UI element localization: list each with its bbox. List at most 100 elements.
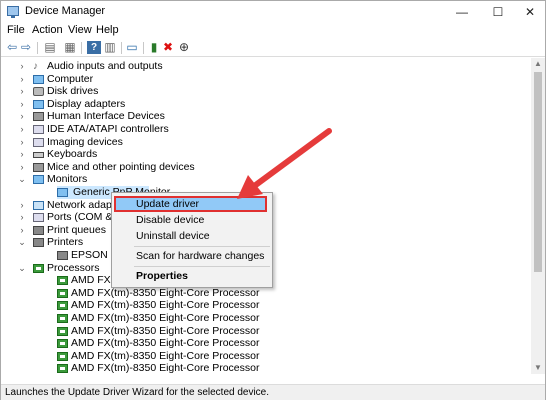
expand-chevron-icon[interactable]: › [17, 148, 27, 161]
audio-icon: ♪ [33, 61, 38, 72]
device-label: Processors [47, 261, 100, 274]
device-label: Imaging devices [47, 135, 123, 148]
menu-update-driver[interactable]: Update driver [136, 198, 199, 210]
scroll-up-icon[interactable]: ▲ [531, 58, 545, 70]
device-label: AMD FX(tm)-8350 Eight-Core Processor [71, 349, 260, 362]
device-label: Print queues [47, 223, 106, 236]
expand-chevron-icon[interactable]: › [17, 85, 27, 98]
device-item[interactable]: AMD FX(tm)-8350 Eight-Core Processor [1, 287, 521, 300]
camera-icon [33, 137, 44, 147]
menu-separator [134, 266, 270, 267]
menu-disable-device[interactable]: Disable device [136, 214, 204, 226]
close-button[interactable]: ✕ [513, 1, 546, 23]
device-category[interactable]: › Imaging devices [1, 136, 521, 149]
toolbar-separator [81, 42, 82, 54]
keyboard-icon [33, 152, 44, 159]
device-label: Mice and other pointing devices [47, 160, 195, 173]
computer-icon [33, 74, 44, 84]
title-bar[interactable]: Device Manager — ☐ ✕ [1, 1, 545, 23]
device-item[interactable]: AMD FX(tm)-8350 Eight-Core Processor [1, 325, 521, 338]
device-category[interactable]: › Display adapters [1, 98, 521, 111]
printer-icon [57, 251, 68, 260]
device-item[interactable]: AMD FX(tm)-8350 Eight-Core Processor [1, 350, 521, 363]
device-item[interactable]: AMD FX(tm)-8350 Eight-Core Processor [1, 337, 521, 350]
cpu-icon [57, 314, 68, 323]
menu-uninstall-device[interactable]: Uninstall device [136, 230, 210, 242]
scan-icon[interactable]: ⊕ [177, 41, 191, 54]
uninstall-icon[interactable]: ✖ [161, 41, 175, 54]
cpu-icon [57, 276, 68, 286]
expand-chevron-icon[interactable]: › [17, 60, 27, 73]
expand-chevron-icon[interactable]: › [17, 199, 27, 212]
device-manager-icon [7, 6, 19, 18]
maximize-button[interactable]: ☐ [481, 1, 515, 23]
menu-help[interactable]: Help [96, 24, 119, 36]
network-icon [33, 200, 44, 210]
expand-chevron-icon[interactable]: › [17, 161, 27, 174]
update-driver-icon[interactable]: ▮ [147, 41, 161, 54]
device-category[interactable]: › Disk drives [1, 85, 521, 98]
port-icon [33, 213, 44, 223]
device-item[interactable]: AMD FX(tm)-8350 Eight-Core Processor [1, 299, 521, 312]
device-label: Computer [47, 72, 94, 85]
menu-bar: File Action View Help [1, 23, 545, 39]
cpu-icon [57, 288, 68, 298]
scroll-thumb[interactable] [534, 72, 542, 272]
show-hidden-icon[interactable]: ▦ [63, 41, 77, 54]
cpu-icon [33, 263, 44, 273]
expand-chevron-icon[interactable]: › [17, 110, 27, 123]
expand-chevron-icon[interactable]: › [17, 224, 27, 237]
hid-icon [33, 112, 44, 122]
expand-chevron-icon[interactable]: › [17, 123, 27, 136]
expand-chevron-icon[interactable]: › [17, 73, 27, 86]
menu-file[interactable]: File [7, 24, 25, 36]
device-label: IDE ATA/ATAPI controllers [47, 123, 169, 135]
window-title: Device Manager [25, 5, 106, 17]
device-category[interactable]: › Human Interface Devices [1, 110, 521, 123]
device-category[interactable]: › IDE ATA/ATAPI controllers [1, 123, 521, 136]
device-item[interactable]: AMD FX(tm)-8350 Eight-Core Processor [1, 362, 521, 374]
expand-chevron-icon[interactable]: › [17, 136, 27, 149]
device-category[interactable]: › Keyboards [1, 148, 521, 161]
menu-view[interactable]: View [68, 24, 92, 36]
device-category[interactable]: › ♪ Audio inputs and outputs [1, 60, 521, 73]
expand-chevron-icon[interactable]: › [17, 98, 27, 111]
collapse-chevron-icon[interactable]: ⌄ [17, 262, 27, 275]
monitor-icon [57, 188, 68, 197]
ide-icon [33, 125, 44, 134]
cpu-icon [57, 301, 68, 311]
help-icon[interactable]: ? [87, 41, 101, 54]
back-icon[interactable]: ⇦ [5, 41, 19, 54]
scroll-down-icon[interactable]: ▼ [531, 362, 545, 374]
print-queue-icon [33, 225, 44, 235]
menu-properties[interactable]: Properties [136, 270, 188, 282]
device-category[interactable]: ⌄ Monitors [1, 173, 521, 186]
device-label: Display adapters [47, 97, 126, 110]
menu-action[interactable]: Action [32, 24, 63, 36]
context-menu: Update driver Disable device Uninstall d… [111, 192, 273, 288]
mouse-icon [33, 162, 44, 172]
menu-scan-hardware[interactable]: Scan for hardware changes [136, 250, 264, 262]
display-icon[interactable]: ▭ [125, 41, 139, 54]
toolbar: ⇦ ⇨ ▤ ▦ ? ▥ ▭ ▮ ✖ ⊕ [1, 39, 545, 57]
properties-icon[interactable]: ▤ [43, 41, 57, 54]
cpu-icon [57, 339, 68, 349]
device-item[interactable]: AMD FX(tm)-8350 Eight-Core Processor [1, 312, 521, 325]
collapse-chevron-icon[interactable]: ⌄ [17, 173, 27, 186]
status-bar: Launches the Update Driver Wizard for th… [1, 384, 545, 400]
device-label: AMD FX(tm)-8350 Eight-Core Processor [71, 286, 260, 299]
collapse-chevron-icon[interactable]: ⌄ [17, 236, 27, 249]
device-label: AMD FX(tm)-8350 Eight-Core Processor [71, 299, 260, 312]
expand-chevron-icon[interactable]: › [17, 211, 27, 224]
forward-icon[interactable]: ⇨ [19, 41, 33, 54]
properties-sheet-icon[interactable]: ▥ [103, 41, 117, 54]
toolbar-separator [143, 42, 144, 54]
device-category[interactable]: › Mice and other pointing devices [1, 161, 521, 174]
device-category[interactable]: › Computer [1, 73, 521, 86]
menu-separator [134, 246, 270, 247]
minimize-button[interactable]: — [445, 1, 479, 23]
cpu-icon [57, 351, 68, 361]
disk-icon [33, 87, 44, 97]
vertical-scrollbar[interactable]: ▲ ▼ [531, 58, 545, 374]
device-label: AMD FX(tm)-8350 Eight-Core Processor [71, 362, 260, 374]
